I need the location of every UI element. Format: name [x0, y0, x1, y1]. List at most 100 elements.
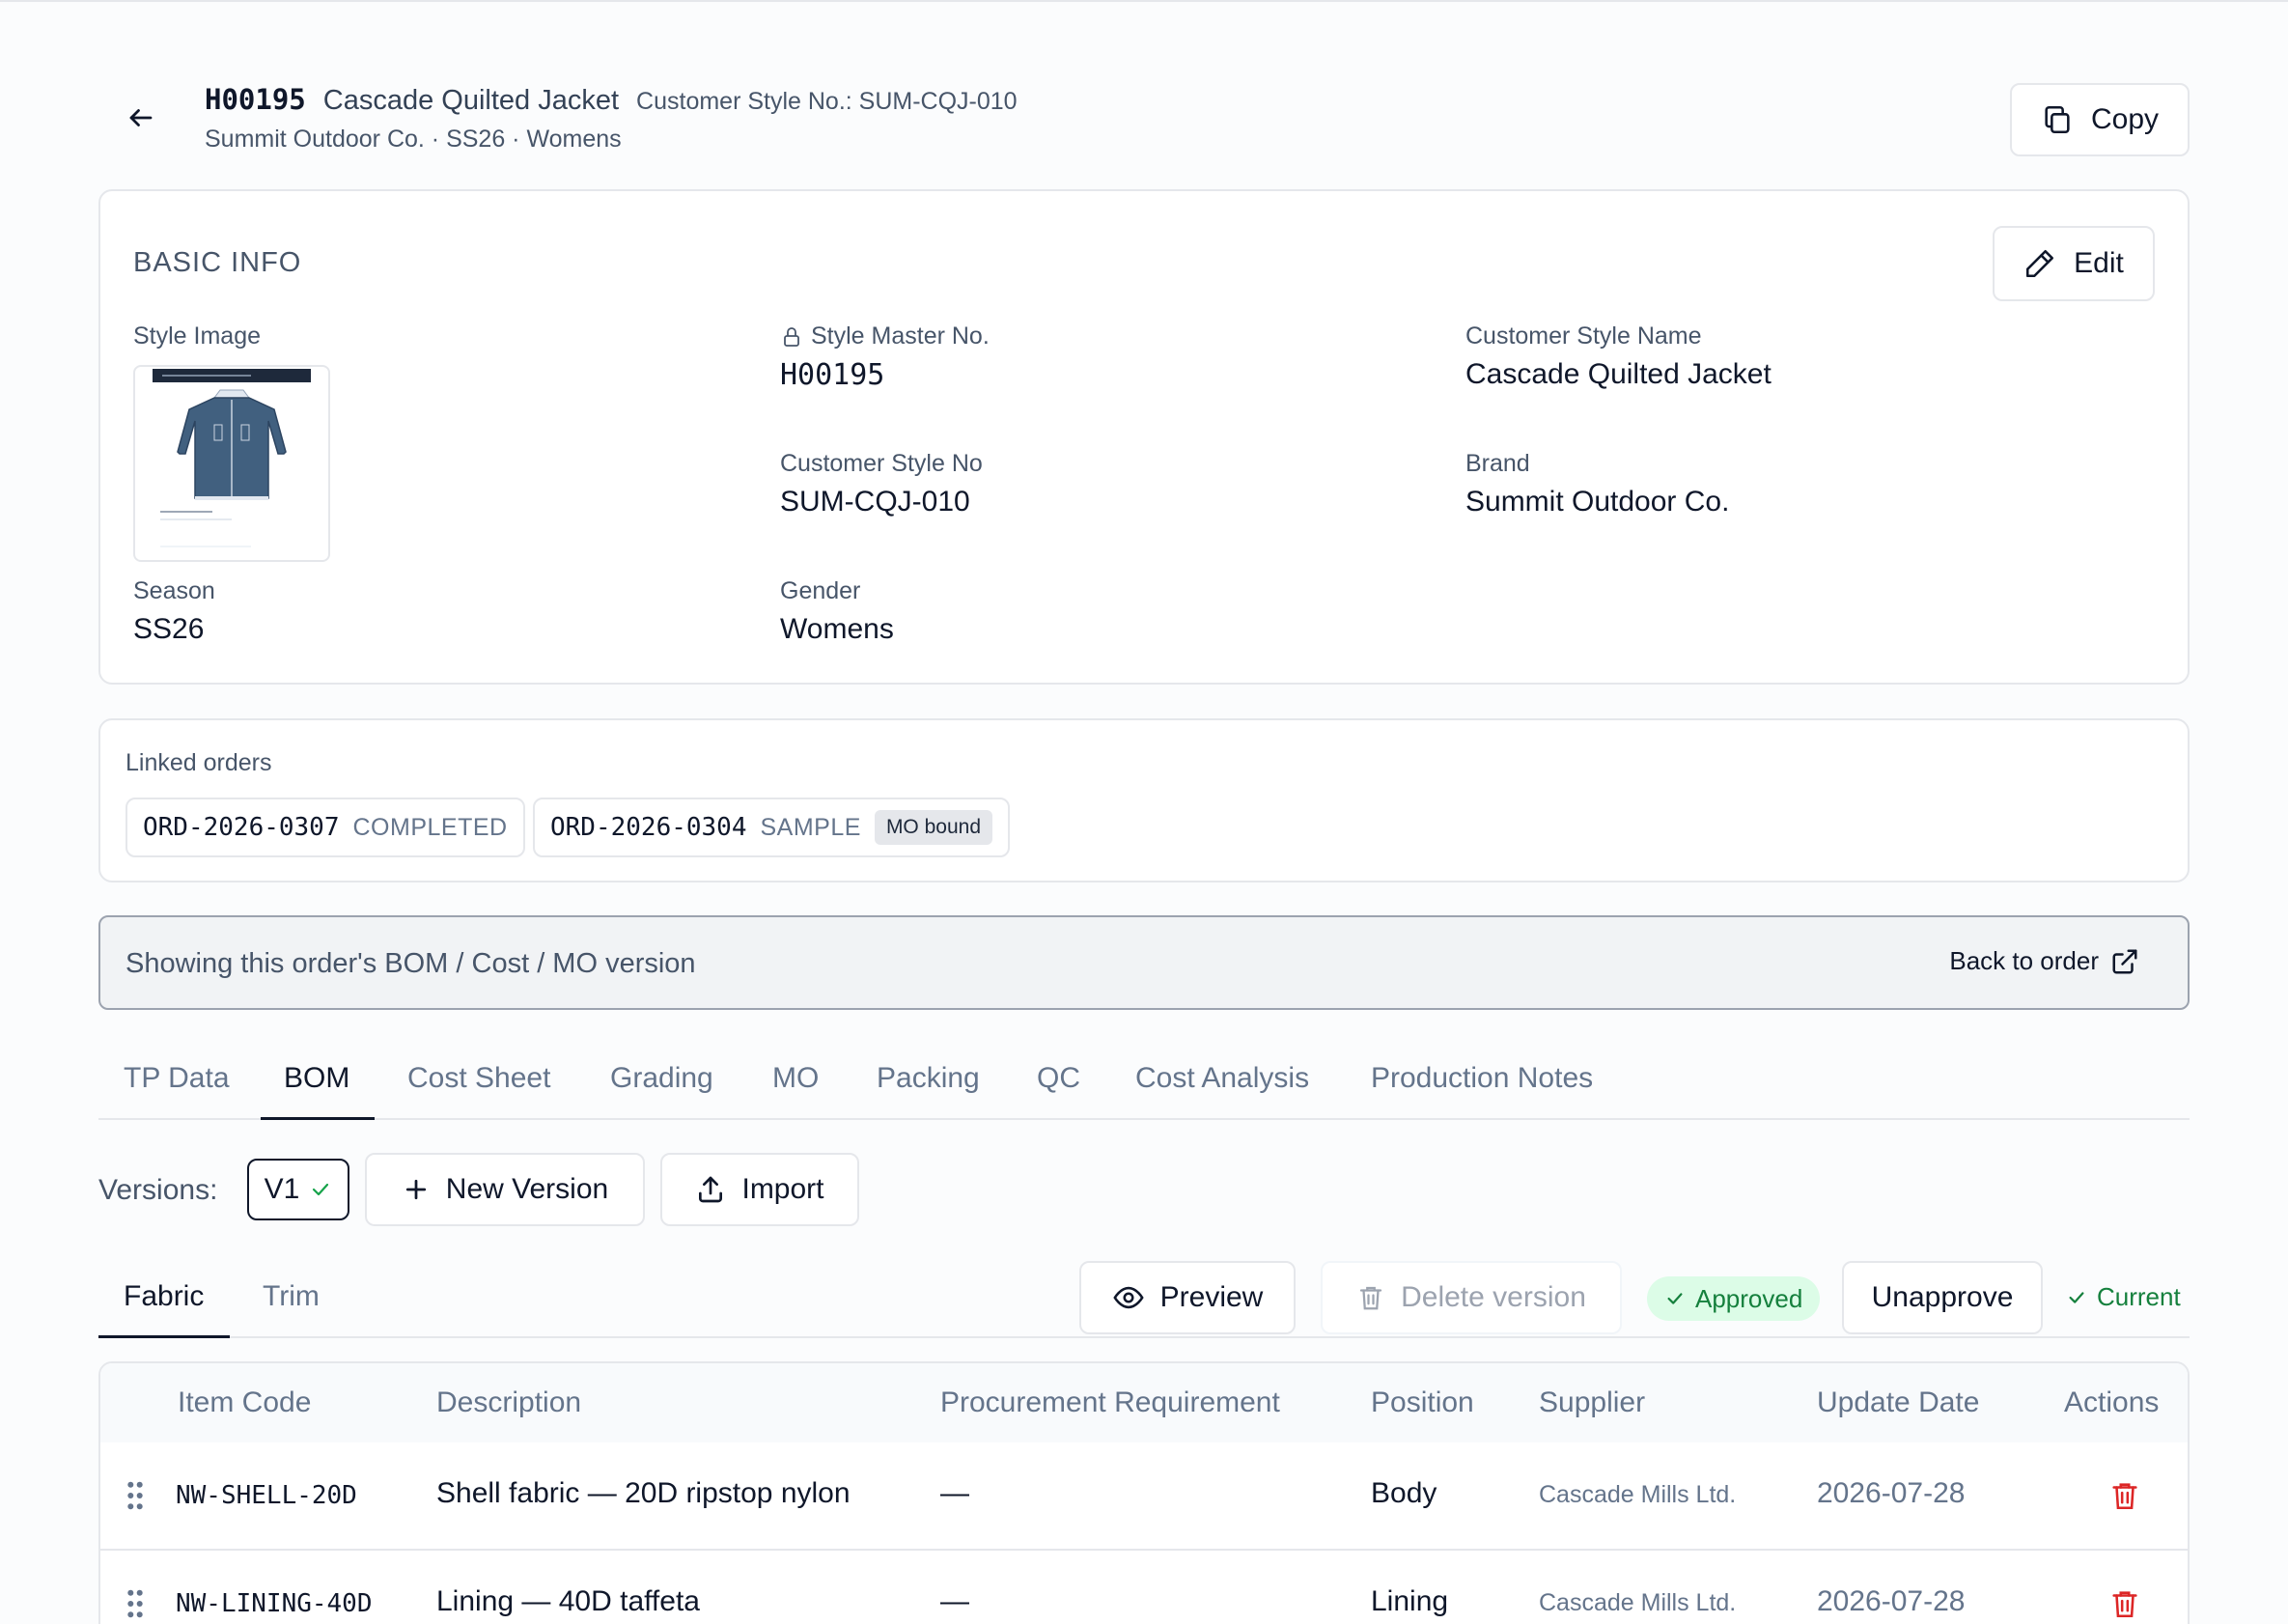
- linked-order-pill[interactable]: ORD-2026-0307 COMPLETED: [126, 798, 525, 857]
- drag-handle-icon[interactable]: [126, 1481, 145, 1510]
- item-update-date: 2026-07-28: [1817, 1585, 1966, 1617]
- season-field: Season SS26: [133, 577, 215, 646]
- tab-packing[interactable]: Packing: [877, 1062, 980, 1095]
- column-header[interactable]: Update Date: [1817, 1386, 1979, 1419]
- column-header[interactable]: Item Code: [178, 1386, 311, 1419]
- season-label: Season: [133, 577, 215, 604]
- item-supplier: Cascade Mills Ltd.: [1539, 1589, 1737, 1616]
- external-link-icon: [2112, 949, 2137, 973]
- customer-style-name-label: Customer Style Name: [1465, 322, 1702, 350]
- table-header: Item Code Description Procurement Requir…: [100, 1363, 2188, 1442]
- style-name: Cascade Quilted Jacket: [322, 85, 620, 116]
- drag-handle-icon[interactable]: [126, 1589, 145, 1618]
- column-header[interactable]: Description: [436, 1386, 581, 1419]
- new-version-button[interactable]: New Version: [365, 1153, 645, 1226]
- tab-cost-sheet[interactable]: Cost Sheet: [407, 1062, 550, 1095]
- gender-label: Gender: [780, 577, 861, 604]
- top-divider: [0, 0, 2288, 2]
- style-image-field: Style Image: [133, 322, 261, 350]
- import-button[interactable]: Import: [660, 1153, 859, 1226]
- order-version-banner: Showing this order's BOM / Cost / MO ver…: [98, 915, 2190, 1010]
- bom-table: Item Code Description Procurement Requir…: [98, 1361, 2190, 1624]
- column-header[interactable]: Supplier: [1539, 1386, 1645, 1419]
- delete-version-button[interactable]: Delete version: [1321, 1261, 1622, 1334]
- tab-qc[interactable]: QC: [1037, 1062, 1080, 1095]
- style-image-label: Style Image: [133, 322, 262, 350]
- subtab-fabric[interactable]: Fabric: [124, 1280, 204, 1313]
- import-label: Import: [741, 1173, 824, 1205]
- customer-style-number: Customer Style No.: SUM-CQJ-010: [636, 88, 1018, 115]
- gender-value: Womens: [780, 613, 894, 645]
- copy-label: Copy: [2090, 103, 2160, 135]
- customer-style-no-field: Customer Style No SUM-CQJ-010: [780, 450, 983, 518]
- delete-row-icon[interactable]: [2108, 1479, 2141, 1512]
- jacket-sketch-image: [153, 369, 311, 547]
- version-label: V1: [264, 1173, 300, 1205]
- copy-icon: [2045, 105, 2070, 134]
- page-header: H00195 Cascade Quilted Jacket Customer S…: [98, 77, 2190, 158]
- unapprove-button[interactable]: Unapprove: [1842, 1261, 2043, 1334]
- upload-icon: [699, 1176, 723, 1203]
- column-header[interactable]: Position: [1371, 1386, 1474, 1419]
- tab-cost-analysis[interactable]: Cost Analysis: [1135, 1062, 1309, 1095]
- linked-orders-card: Linked orders ORD-2026-0307 COMPLETED OR…: [98, 718, 2190, 882]
- brand-label: Brand: [1465, 450, 1530, 477]
- versions-label: Versions:: [98, 1174, 218, 1206]
- banner-text: Showing this order's BOM / Cost / MO ver…: [126, 948, 696, 979]
- active-subtab-indicator: [98, 1335, 230, 1338]
- approved-label: Approved: [1695, 1283, 1803, 1313]
- order-status: COMPLETED: [352, 813, 508, 841]
- tab-tp-data[interactable]: TP Data: [124, 1062, 230, 1095]
- season-value: SS26: [133, 613, 205, 645]
- back-button[interactable]: [120, 97, 162, 139]
- delete-version-label: Delete version: [1401, 1281, 1586, 1313]
- mo-bound-badge: MO bound: [874, 810, 992, 845]
- item-supplier: Cascade Mills Ltd.: [1539, 1481, 1737, 1508]
- lock-icon: [784, 326, 799, 347]
- back-to-order-label: Back to order: [1949, 946, 2099, 975]
- header-subtitle: Summit Outdoor Co. · SS26 · Womens: [205, 126, 622, 153]
- delete-row-icon[interactable]: [2108, 1587, 2141, 1620]
- edit-label: Edit: [2074, 247, 2124, 279]
- table-row[interactable]: NW-SHELL-20D Shell fabric — 20D ripstop …: [100, 1442, 2188, 1551]
- style-image[interactable]: [133, 365, 330, 562]
- trash-icon: [1359, 1286, 1382, 1310]
- style-master-no-value: H00195: [780, 358, 885, 392]
- approved-badge: Approved: [1647, 1276, 1821, 1321]
- preview-label: Preview: [1159, 1281, 1264, 1313]
- tab-bom[interactable]: BOM: [284, 1062, 349, 1095]
- header-title-line: H00195 Cascade Quilted Jacket Customer S…: [205, 83, 1018, 117]
- item-description: Lining — 40D taffeta: [436, 1585, 700, 1617]
- tab-mo[interactable]: MO: [772, 1062, 819, 1095]
- style-master-no-field: Style Master No. H00195: [780, 322, 990, 392]
- copy-button[interactable]: Copy: [2010, 83, 2190, 156]
- back-to-order-link[interactable]: Back to order: [1949, 946, 2139, 976]
- unapprove-label: Unapprove: [1871, 1281, 2014, 1313]
- brand-field: Brand Summit Outdoor Co.: [1465, 450, 1729, 518]
- tab-production-notes[interactable]: Production Notes: [1371, 1062, 1593, 1095]
- check-icon: [2069, 1291, 2084, 1303]
- item-position: Body: [1371, 1477, 1437, 1509]
- style-number: H00195: [205, 83, 306, 116]
- customer-style-name-value: Cascade Quilted Jacket: [1465, 358, 1772, 390]
- linked-order-pill[interactable]: ORD-2026-0304 SAMPLE MO bound: [533, 798, 1010, 857]
- subtab-trim[interactable]: Trim: [263, 1280, 320, 1313]
- current-label: Current: [2097, 1282, 2181, 1311]
- preview-button[interactable]: Preview: [1079, 1261, 1296, 1334]
- main-tabs: TP Data BOM Cost Sheet Grading MO Packin…: [98, 1045, 2190, 1120]
- section-title: BASIC INFO: [133, 247, 302, 278]
- version-v1-button[interactable]: V1: [247, 1159, 349, 1220]
- column-header[interactable]: Procurement Requirement: [940, 1386, 1280, 1419]
- table-row[interactable]: NW-LINING-40D Lining — 40D taffeta — Lin…: [100, 1553, 2188, 1624]
- check-icon: [313, 1183, 329, 1196]
- eye-icon: [1113, 1286, 1144, 1309]
- current-indicator: Current: [2066, 1282, 2181, 1312]
- order-id: ORD-2026-0307: [143, 813, 340, 842]
- plus-icon: [405, 1179, 426, 1200]
- new-version-label: New Version: [445, 1173, 609, 1205]
- tab-grading[interactable]: Grading: [610, 1062, 713, 1095]
- arrow-left-icon: [129, 109, 153, 126]
- item-description: Shell fabric — 20D ripstop nylon: [436, 1477, 851, 1509]
- order-id: ORD-2026-0304: [550, 813, 747, 842]
- edit-button[interactable]: Edit: [1993, 226, 2155, 301]
